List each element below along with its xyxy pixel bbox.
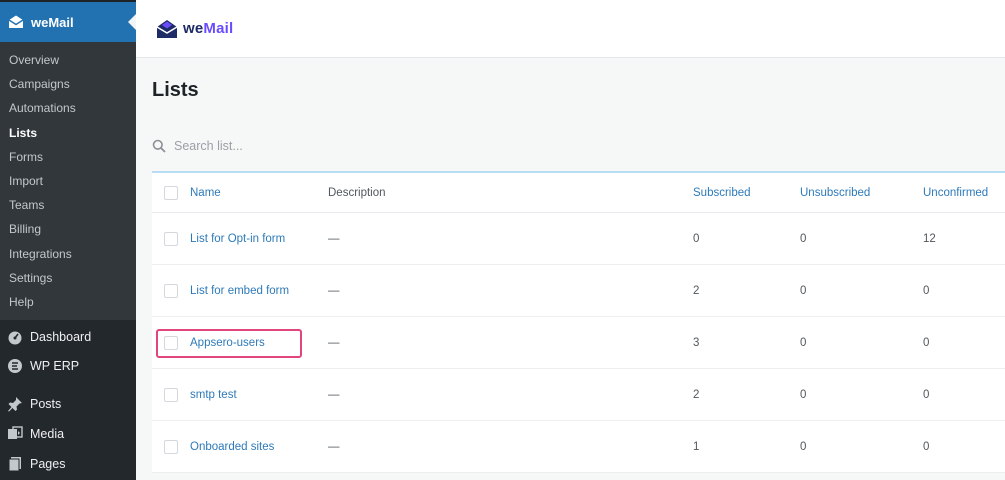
list-description: — bbox=[328, 440, 340, 453]
column-header-subscribed[interactable]: Subscribed bbox=[693, 187, 800, 199]
column-header-name[interactable]: Name bbox=[190, 187, 328, 199]
search-box bbox=[152, 134, 572, 158]
table-row: List for Opt-in form — 0 0 12 bbox=[152, 213, 1005, 265]
subscribed-count: 2 bbox=[693, 388, 700, 401]
lists-table: Name Description Subscribed Unsubscribed… bbox=[152, 171, 1005, 473]
unsubscribed-count: 0 bbox=[800, 440, 807, 453]
sidebar-item-forms[interactable]: Forms bbox=[0, 145, 136, 169]
unconfirmed-count: 0 bbox=[923, 440, 930, 453]
sidebar-item-posts[interactable]: Posts bbox=[0, 389, 136, 419]
sidebar-item-label: WP ERP bbox=[30, 359, 80, 374]
column-header-unconfirmed[interactable]: Unconfirmed bbox=[923, 187, 1005, 199]
sidebar-item-teams[interactable]: Teams bbox=[0, 193, 136, 217]
table-row: List for embed form — 2 0 0 bbox=[152, 265, 1005, 317]
column-header-description: Description bbox=[328, 186, 386, 199]
wemail-logo: weMail bbox=[183, 20, 233, 37]
sidebar-item-media[interactable]: Media bbox=[0, 419, 136, 449]
wemail-logo-icon bbox=[156, 19, 178, 39]
list-name-link[interactable]: Appsero-users bbox=[190, 337, 328, 349]
sidebar-item-lists[interactable]: Lists bbox=[0, 121, 136, 145]
media-icon bbox=[7, 426, 23, 442]
sidebar-item-pages[interactable]: Pages bbox=[0, 449, 136, 479]
main-content: weMail Lists Name Description Subscribed… bbox=[136, 0, 1005, 480]
sidebar-item-wemail[interactable]: weMail bbox=[0, 2, 136, 42]
table-header: Name Description Subscribed Unsubscribed… bbox=[152, 173, 1005, 213]
sidebar-brand-label: weMail bbox=[31, 14, 74, 30]
search-input[interactable] bbox=[174, 139, 474, 153]
sidebar-item-automations[interactable]: Automations bbox=[0, 96, 136, 120]
sidebar-item-label: Dashboard bbox=[30, 330, 92, 345]
sidebar-item-overview[interactable]: Overview bbox=[0, 48, 136, 72]
list-description: — bbox=[328, 232, 340, 245]
pin-icon bbox=[7, 396, 23, 412]
list-name-link[interactable]: List for Opt-in form bbox=[190, 233, 328, 245]
erp-icon bbox=[7, 358, 23, 374]
subscribed-count: 2 bbox=[693, 284, 700, 297]
unsubscribed-count: 0 bbox=[800, 232, 807, 245]
subscribed-count: 3 bbox=[693, 336, 700, 349]
envelope-icon bbox=[8, 14, 24, 30]
select-all-checkbox[interactable] bbox=[164, 185, 178, 200]
unsubscribed-count: 0 bbox=[800, 336, 807, 349]
sidebar-item-label: Posts bbox=[30, 397, 62, 412]
list-name-link[interactable]: smtp test bbox=[190, 389, 328, 401]
column-header-unsubscribed[interactable]: Unsubscribed bbox=[800, 187, 923, 199]
sidebar-item-import[interactable]: Import bbox=[0, 169, 136, 193]
sidebar-item-settings[interactable]: Settings bbox=[0, 266, 136, 290]
unconfirmed-count: 0 bbox=[923, 388, 930, 401]
list-description: — bbox=[328, 388, 340, 401]
subscribed-count: 0 bbox=[693, 232, 700, 245]
search-icon bbox=[152, 139, 166, 153]
list-description: — bbox=[328, 284, 340, 297]
active-indicator bbox=[128, 14, 136, 30]
sidebar-item-label: Media bbox=[30, 427, 65, 442]
sidebar-item-dashboard[interactable]: Dashboard bbox=[0, 322, 136, 352]
sidebar-item-integrations[interactable]: Integrations bbox=[0, 242, 136, 266]
sidebar-item-help[interactable]: Help bbox=[0, 290, 136, 314]
sidebar-item-campaigns[interactable]: Campaigns bbox=[0, 72, 136, 96]
list-description: — bbox=[328, 336, 340, 349]
unconfirmed-count: 0 bbox=[923, 336, 930, 349]
unconfirmed-count: 0 bbox=[923, 284, 930, 297]
list-name-link[interactable]: List for embed form bbox=[190, 285, 328, 297]
page-title: Lists bbox=[152, 79, 199, 101]
sidebar-item-billing[interactable]: Billing bbox=[0, 217, 136, 241]
row-checkbox[interactable] bbox=[164, 387, 178, 402]
pages-icon bbox=[7, 456, 23, 472]
subscribed-count: 1 bbox=[693, 440, 700, 453]
table-row: smtp test — 2 0 0 bbox=[152, 369, 1005, 421]
table-row: Onboarded sites — 1 0 0 bbox=[152, 421, 1005, 473]
admin-sidebar: weMail Overview Campaigns Automations Li… bbox=[0, 0, 136, 480]
row-checkbox[interactable] bbox=[164, 439, 178, 454]
unconfirmed-count: 12 bbox=[923, 232, 936, 245]
unsubscribed-count: 0 bbox=[800, 284, 807, 297]
logo-we-text: we bbox=[183, 20, 204, 37]
sidebar-submenu: Overview Campaigns Automations Lists For… bbox=[0, 42, 136, 321]
unsubscribed-count: 0 bbox=[800, 388, 807, 401]
row-checkbox[interactable] bbox=[164, 335, 178, 350]
sidebar-item-label: Pages bbox=[30, 457, 66, 472]
row-checkbox[interactable] bbox=[164, 231, 178, 246]
list-name-link[interactable]: Onboarded sites bbox=[190, 441, 328, 453]
dashboard-icon bbox=[7, 329, 23, 345]
row-checkbox[interactable] bbox=[164, 283, 178, 298]
sidebar-item-wp-erp[interactable]: WP ERP bbox=[0, 352, 136, 380]
table-row: Appsero-users — 3 0 0 bbox=[152, 317, 1005, 369]
app-header: weMail bbox=[136, 0, 1005, 58]
logo-mail-text: Mail bbox=[203, 20, 234, 37]
